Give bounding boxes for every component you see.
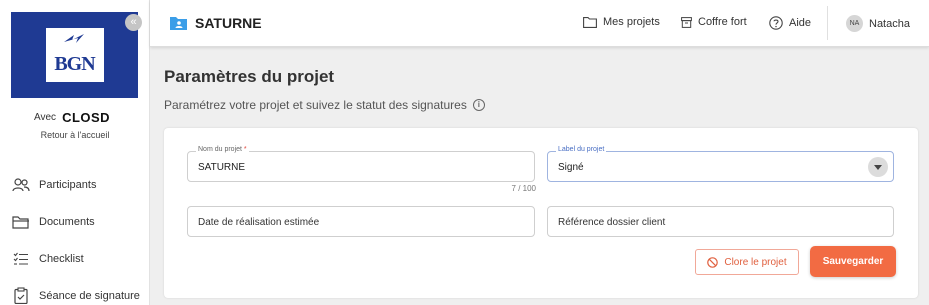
char-counter: 7 / 100 — [511, 184, 536, 193]
sidebar: BGN « Avec CLOSD Retour à l'accueil Part… — [0, 0, 150, 305]
project-settings-card: Nom du projet * SATURNE 7 / 100 Label du… — [164, 128, 918, 298]
subtitle-text: Paramétrez votre projet et suivez le sta… — [164, 98, 467, 112]
status-label: Label du projet — [556, 146, 607, 153]
project-title: SATURNE — [170, 15, 262, 31]
project-name: SATURNE — [195, 15, 262, 31]
top-header: SATURNE Mes projets Coffre fort Aide NA … — [150, 0, 929, 47]
client-reference-placeholder: Référence dossier client — [558, 217, 666, 228]
project-name-label: Nom du projet * — [196, 146, 249, 153]
sidebar-item-label: Séance de signature — [39, 289, 140, 302]
header-divider — [827, 6, 828, 40]
logo-text: BGN — [54, 53, 95, 75]
sidebar-item-documents[interactable]: Documents — [0, 203, 150, 240]
company-logo: BGN — [11, 12, 138, 98]
project-status-select[interactable]: Label du projet Signé — [547, 146, 894, 182]
block-icon — [707, 256, 719, 268]
coffre-fort-label: Coffre fort — [698, 16, 747, 28]
aide-label: Aide — [789, 17, 812, 29]
sidebar-item-checklist[interactable]: Checklist — [0, 240, 150, 277]
checklist-icon — [12, 250, 30, 268]
close-project-button[interactable]: Clore le projet — [695, 249, 799, 275]
client-reference-field[interactable]: Référence dossier client — [547, 206, 894, 237]
powered-by: Avec CLOSD — [34, 110, 110, 125]
project-folder-icon — [170, 17, 187, 30]
mes-projets-label: Mes projets — [603, 16, 660, 28]
sidebar-item-label: Documents — [39, 215, 95, 228]
close-project-label: Clore le projet — [724, 256, 787, 268]
estimated-date-field[interactable]: Date de réalisation estimée — [187, 206, 535, 237]
project-name-value: SATURNE — [198, 162, 246, 173]
back-home-link[interactable]: Retour à l'accueil — [0, 130, 150, 140]
sidebar-item-seance-signature[interactable]: Séance de signature — [0, 277, 150, 305]
archive-icon — [681, 16, 692, 28]
chevron-down-icon[interactable] — [868, 157, 888, 177]
save-button[interactable]: Sauvegarder — [810, 246, 896, 277]
user-name: Natacha — [869, 17, 910, 30]
folder-outline-icon — [583, 16, 597, 28]
closd-logo: CLOSD — [62, 110, 111, 125]
collapse-sidebar-button[interactable]: « — [125, 14, 142, 31]
sidebar-item-participants[interactable]: Participants — [0, 166, 150, 203]
logo-emblem-icon — [63, 34, 84, 43]
folder-icon — [12, 213, 30, 231]
help-icon — [769, 16, 783, 30]
info-icon[interactable]: i — [472, 99, 485, 111]
estimated-date-placeholder: Date de réalisation estimée — [198, 217, 320, 228]
sidebar-item-label: Participants — [39, 178, 97, 191]
avec-label: Avec — [34, 112, 57, 123]
project-name-field[interactable]: Nom du projet * SATURNE — [187, 146, 535, 182]
people-icon — [12, 176, 30, 194]
sidebar-nav: Participants Documents Checklist Séance … — [0, 166, 150, 305]
page-subtitle: Paramétrez votre projet et suivez le sta… — [164, 98, 485, 112]
mes-projets-link[interactable]: Mes projets — [583, 16, 660, 28]
aide-link[interactable]: Aide — [769, 16, 811, 30]
user-menu[interactable]: NA Natacha — [846, 15, 910, 32]
clipboard-icon — [12, 287, 30, 305]
page-title: Paramètres du projet — [164, 67, 335, 86]
status-value: Signé — [558, 162, 584, 173]
avatar: NA — [846, 15, 863, 32]
coffre-fort-link[interactable]: Coffre fort — [681, 16, 747, 28]
sidebar-item-label: Checklist — [39, 252, 84, 265]
